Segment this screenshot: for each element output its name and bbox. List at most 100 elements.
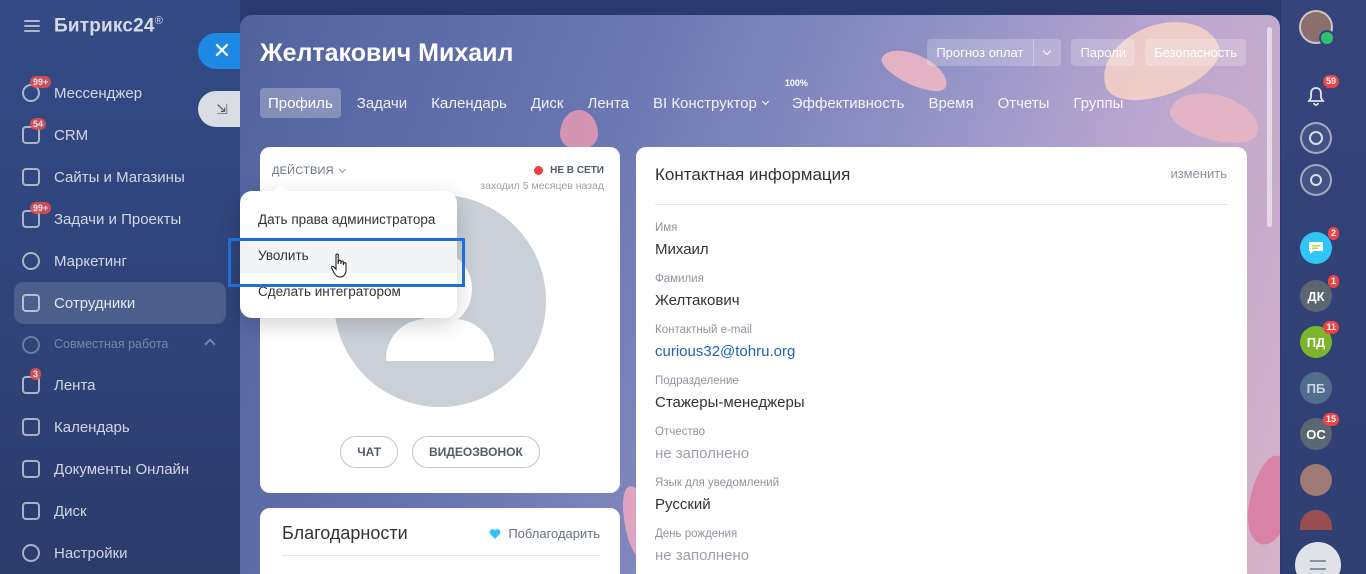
tab-profile[interactable]: Профиль bbox=[260, 88, 341, 118]
chat-badge: 2 bbox=[1327, 227, 1339, 240]
edit-link[interactable]: изменить bbox=[1170, 166, 1227, 181]
target-icon bbox=[22, 252, 40, 270]
play-status-icon bbox=[1319, 30, 1335, 46]
thanks-card: Благодарности Поблагодарить bbox=[260, 508, 620, 574]
chevron-up-icon bbox=[204, 338, 216, 350]
button-divider bbox=[1033, 39, 1035, 66]
contact-badge: 15 bbox=[1322, 413, 1339, 426]
chat-button[interactable]: ЧАТ bbox=[340, 436, 399, 468]
contact-avatar-photo[interactable] bbox=[1300, 464, 1332, 496]
sidebar-item-settings[interactable]: Настройки bbox=[14, 532, 226, 574]
heart-icon bbox=[489, 528, 501, 539]
sidebar-item-label: Документы Онлайн bbox=[54, 460, 190, 478]
field-patronymic: Отчество не заполнено bbox=[655, 426, 749, 462]
field-first-name: Имя Михаил bbox=[655, 222, 709, 258]
contact-badge: 1 bbox=[1327, 275, 1339, 288]
sidebar-item-label: Диск bbox=[54, 502, 87, 520]
passwords-button[interactable]: Пароли bbox=[1071, 39, 1136, 66]
open-chat-button[interactable]: 2 bbox=[1300, 227, 1339, 264]
security-button[interactable]: Безопасность bbox=[1145, 39, 1246, 66]
tab-feed[interactable]: Лента bbox=[579, 88, 637, 118]
thank-button[interactable]: Поблагодарить bbox=[489, 526, 600, 541]
field-language: Язык для уведомлений Русский bbox=[655, 477, 779, 513]
field-label: Подразделение bbox=[655, 375, 739, 387]
contact-title: Контактная информация bbox=[655, 165, 851, 184]
sidebar-item-calendar[interactable]: Календарь bbox=[14, 406, 226, 448]
status-label: НЕ В СЕТИ bbox=[550, 165, 604, 176]
contact-initials: ПБ bbox=[1306, 380, 1326, 396]
sidebar-item-label: Сотрудники bbox=[54, 294, 136, 312]
field-label: Фамилия bbox=[655, 273, 704, 285]
actions-dropdown[interactable]: ДЕЙСТВИЯ bbox=[272, 165, 346, 177]
tab-disk[interactable]: Диск bbox=[523, 88, 572, 118]
tab-label: BI Конструктор bbox=[652, 94, 757, 112]
field-label: Язык для уведомлений bbox=[655, 477, 780, 489]
field-value: Стажеры-менеджеры bbox=[655, 394, 805, 411]
sidebar-item-disk[interactable]: Диск bbox=[14, 490, 226, 532]
close-slider-button[interactable]: ✕ bbox=[198, 33, 242, 69]
sidebar-item-messenger[interactable]: 99+ Мессенджер bbox=[14, 72, 226, 114]
contact-avatar-pb[interactable]: ПБ bbox=[1300, 372, 1332, 404]
chevron-down-icon[interactable] bbox=[1043, 46, 1052, 56]
contact-avatar-dk[interactable]: ДК 1 bbox=[1300, 275, 1339, 312]
id-card-icon bbox=[22, 294, 40, 312]
sidebar-item-feed[interactable]: 3 Лента bbox=[14, 364, 226, 406]
sidebar-item-tasks[interactable]: 99+ Задачи и Проекты bbox=[14, 198, 226, 240]
tab-bi-constructor[interactable]: BI Конструктор bbox=[645, 88, 776, 118]
contact-avatar-partial[interactable] bbox=[1300, 510, 1332, 530]
contact-avatar-pd[interactable]: ПД 11 bbox=[1300, 321, 1339, 358]
field-last-name: Фамилия Желтакович bbox=[655, 273, 740, 309]
sidebar-badge: 99+ bbox=[30, 202, 52, 214]
field-value: Михаил bbox=[655, 241, 709, 258]
sidebar-item-marketing[interactable]: Маркетинг bbox=[14, 240, 226, 282]
gear-icon bbox=[22, 544, 40, 562]
tab-reports[interactable]: Отчеты bbox=[990, 88, 1058, 118]
tab-efficiency[interactable]: 100% Эффективность bbox=[784, 78, 913, 118]
contact-initials: ПД bbox=[1306, 334, 1326, 350]
minimize-slider-button[interactable]: ⇲ bbox=[198, 91, 242, 127]
disk-icon bbox=[22, 502, 40, 520]
scrollbar[interactable] bbox=[1267, 27, 1272, 227]
notifications-button[interactable]: 59 bbox=[1300, 75, 1339, 112]
spiral-icon bbox=[1309, 131, 1323, 145]
puzzle-icon bbox=[22, 336, 40, 354]
copilot-button[interactable] bbox=[1300, 122, 1332, 154]
tab-time[interactable]: Время bbox=[920, 88, 981, 118]
right-bar: 59 2 ДК 1 ПД 11 ПБ ОС 15 bbox=[1281, 0, 1366, 574]
last-seen: заходил 5 месяцев назад bbox=[480, 180, 604, 192]
sidebar-item-label: Мессенджер bbox=[54, 84, 143, 102]
tab-calendar[interactable]: Календарь bbox=[423, 88, 515, 118]
contact-avatar-os[interactable]: ОС 15 bbox=[1300, 413, 1339, 450]
chevron-down-icon bbox=[761, 97, 769, 106]
brand-logo[interactable]: Битрикс24® bbox=[54, 15, 163, 37]
sidebar-item-documents[interactable]: Документы Онлайн bbox=[14, 448, 226, 490]
field-value: не заполнено bbox=[655, 547, 750, 564]
minimize-icon: ⇲ bbox=[216, 100, 228, 117]
user-avatar[interactable] bbox=[1299, 10, 1335, 46]
contact-badge: 11 bbox=[1323, 321, 1339, 334]
contact-card: Контактная информация изменить Имя Михаи… bbox=[636, 147, 1247, 574]
field-department: Подразделение Стажеры-менеджеры bbox=[655, 375, 805, 411]
field-email: Контактный e-mail curious32@tohru.org bbox=[655, 324, 795, 360]
email-link[interactable]: curious32@tohru.org bbox=[655, 343, 795, 360]
chat-icon bbox=[1309, 242, 1323, 254]
sidebar-item-sites[interactable]: Сайты и Магазины bbox=[14, 156, 226, 198]
hand-cursor-icon bbox=[330, 253, 347, 278]
search-chats-button[interactable] bbox=[1300, 164, 1332, 196]
field-label: Отчество bbox=[655, 426, 705, 438]
sidebar-item-crm[interactable]: 54 CRM bbox=[14, 114, 226, 156]
menu-burger-icon[interactable] bbox=[24, 20, 40, 32]
divider bbox=[655, 204, 1227, 205]
tab-groups[interactable]: Группы bbox=[1065, 88, 1131, 118]
divider bbox=[282, 555, 600, 556]
sidebar-item-employees[interactable]: Сотрудники bbox=[14, 282, 226, 324]
video-call-button[interactable]: ВИДЕОЗВОНОК bbox=[412, 436, 540, 468]
sidebar-group-collaboration[interactable]: Совместная работа bbox=[14, 324, 226, 364]
menu-item-grant-admin[interactable]: Дать права администратора bbox=[240, 201, 457, 237]
thanks-title: Благодарности bbox=[282, 523, 408, 543]
payment-forecast-button[interactable]: Прогноз оплат bbox=[927, 39, 1062, 66]
tab-tasks[interactable]: Задачи bbox=[349, 88, 415, 118]
menu-button[interactable] bbox=[1295, 542, 1341, 574]
thank-label: Поблагодарить bbox=[508, 526, 600, 541]
sidebar-item-label: Настройки bbox=[54, 544, 128, 562]
